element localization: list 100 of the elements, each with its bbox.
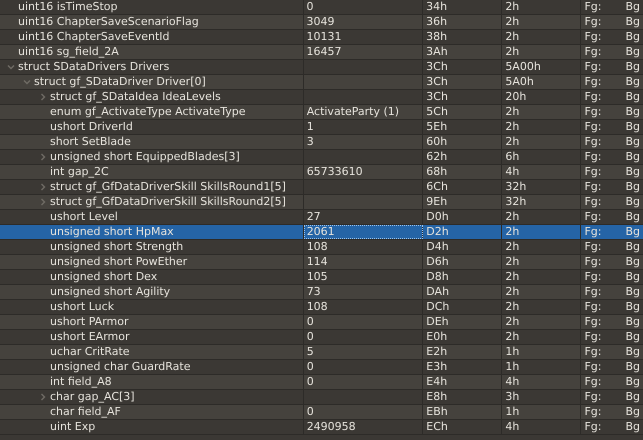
field-value: 3 (306, 134, 314, 150)
table-row[interactable]: char gap_AC[3] E8h 3h Fg: Bg (0, 390, 643, 405)
table-row[interactable]: unsigned short HpMax 2061 D2h 2h Fg: Bg (0, 225, 643, 240)
field-name: ushort Level (50, 208, 118, 225)
field-value: 1 (306, 118, 314, 135)
field-size: 1h (505, 344, 520, 360)
background-color-label: Bg (625, 328, 640, 345)
field-name: char field_AF (50, 404, 121, 420)
field-name: short SetBlade (50, 134, 131, 150)
field-name: struct gf_GfDataDriverSkill SkillsRound1[5] (50, 178, 286, 195)
table-row[interactable]: struct gf_GfDataDriverSkill SkillsRound2[5] 9Eh 32h Fg: Bg (0, 195, 643, 210)
table-row[interactable]: ushort Luck 108 DCh 2h Fg: Bg (0, 300, 643, 315)
field-size: 2h (505, 0, 520, 15)
chevron-right-icon[interactable] (39, 93, 47, 101)
start-offset: ECh (426, 418, 448, 435)
chevron-right-icon[interactable] (39, 393, 47, 401)
table-row[interactable]: uchar CritRate 5 E2h 1h Fg: Bg (0, 345, 643, 360)
table-row[interactable]: enum gf_ActivateType ActivateType ActivateParty (1) 5Ch 2h Fg: Bg (0, 105, 643, 120)
foreground-color-label: Fg: (584, 404, 602, 420)
start-offset: D4h (426, 238, 449, 255)
table-row[interactable]: ushort EArmor 0 E0h 2h Fg: Bg (0, 330, 643, 345)
table-row[interactable]: struct SDataDrivers Drivers 3Ch 5A00h Fg: Bg (0, 60, 643, 75)
field-value: 27 (306, 208, 321, 225)
chevron-down-icon[interactable] (7, 63, 15, 71)
background-color-label: Bg (625, 418, 640, 435)
start-offset: 3Ch (426, 88, 448, 105)
table-row[interactable]: uint16 ChapterSaveScenarioFlag 3049 36h 2h Fg: Bg (0, 15, 643, 30)
foreground-color-label: Fg: (584, 104, 602, 120)
background-color-label: Bg (625, 14, 640, 30)
field-size: 2h (505, 208, 520, 225)
background-color-label: Bg (625, 44, 640, 60)
table-row[interactable]: struct gf_SDataIdea IdeaLevels 3Ch 20h Fg: Bg (0, 90, 643, 105)
table-row[interactable]: ushort PArmor 0 DEh 2h Fg: Bg (0, 315, 643, 330)
field-size: 2h (505, 284, 520, 300)
start-offset: 60h (426, 134, 448, 150)
foreground-color-label: Fg: (584, 134, 602, 150)
table-row[interactable]: char field_AF 0 EBh 1h Fg: Bg (0, 405, 643, 420)
start-offset: E4h (426, 374, 448, 390)
foreground-color-label: Fg: (584, 238, 602, 255)
table-row[interactable]: unsigned short Agility 73 DAh 2h Fg: Bg (0, 285, 643, 300)
background-color-label: Bg (625, 224, 640, 240)
field-value: 108 (306, 238, 328, 255)
field-value: 0 (306, 358, 314, 375)
field-name: uchar CritRate (50, 344, 130, 360)
field-name: unsigned short EquippedBlades[3] (50, 148, 240, 165)
start-offset: E2h (426, 344, 448, 360)
table-row[interactable]: struct gf_GfDataDriverSkill SkillsRound1[5] 6Ch 32h Fg: Bg (0, 180, 643, 195)
background-color-label: Bg (625, 344, 640, 360)
background-color-label: Bg (625, 314, 640, 330)
field-value: 3049 (306, 14, 334, 30)
start-offset: D8h (426, 268, 449, 285)
table-row[interactable]: struct gf_SDataDriver Driver[0] 3Ch 5A0h Fg: Bg (0, 75, 643, 90)
field-size: 5A00h (505, 58, 541, 75)
start-offset: 3Ch (426, 58, 448, 75)
start-offset: 62h (426, 148, 448, 165)
start-offset: DEh (426, 314, 449, 330)
field-name: unsigned short Dex (50, 268, 158, 285)
table-row[interactable]: uint Exp 2490958 ECh 4h Fg: Bg (0, 420, 643, 435)
field-value: 5 (306, 344, 314, 360)
foreground-color-label: Fg: (584, 14, 602, 30)
chevron-right-icon[interactable] (39, 153, 47, 161)
field-size: 2h (505, 44, 520, 60)
start-offset: 34h (426, 0, 448, 15)
table-row[interactable]: unsigned short Strength 108 D4h 2h Fg: Bg (0, 240, 643, 255)
foreground-color-label: Fg: (584, 254, 602, 270)
chevron-right-icon[interactable] (39, 198, 47, 206)
field-name: ushort PArmor (50, 314, 128, 330)
table-row[interactable]: unsigned short EquippedBlades[3] 62h 6h Fg: Bg (0, 150, 643, 165)
foreground-color-label: Fg: (584, 74, 602, 90)
foreground-color-label: Fg: (584, 284, 602, 300)
background-color-label: Bg (625, 404, 640, 420)
field-name: unsigned short Strength (50, 238, 184, 255)
field-size: 20h (505, 88, 526, 105)
foreground-color-label: Fg: (584, 224, 602, 240)
chevron-down-icon[interactable] (23, 78, 31, 86)
table-row[interactable]: uint16 sg_field_2A 16457 3Ah 2h Fg: Bg (0, 45, 643, 60)
foreground-color-label: Fg: (584, 298, 602, 315)
chevron-right-icon[interactable] (39, 183, 47, 191)
table-row[interactable]: ushort DriverId 1 5Eh 2h Fg: Bg (0, 120, 643, 135)
table-row[interactable]: unsigned char GuardRate 0 E3h 1h Fg: Bg (0, 360, 643, 375)
foreground-color-label: Fg: (584, 28, 602, 45)
table-row[interactable]: ushort Level 27 D0h 2h Fg: Bg (0, 210, 643, 225)
field-name: enum gf_ActivateType ActivateType (50, 104, 246, 120)
table-row[interactable]: int field_A8 0 E4h 4h Fg: Bg (0, 375, 643, 390)
field-size: 2h (505, 268, 520, 285)
background-color-label: Bg (625, 164, 640, 180)
field-name: uint16 sg_field_2A (18, 44, 119, 60)
table-row[interactable]: uint16 ChapterSaveEventId 10131 38h 2h Fg: Bg (0, 30, 643, 45)
background-color-label: Bg (625, 298, 640, 315)
field-name: struct gf_GfDataDriverSkill SkillsRound2[5] (50, 194, 286, 210)
table-row[interactable]: uint16 isTimeStop 0 34h 2h Fg: Bg (0, 0, 643, 15)
table-row[interactable]: unsigned short Dex 105 D8h 2h Fg: Bg (0, 270, 643, 285)
field-value: ActivateParty (1) (306, 104, 400, 120)
table-row[interactable]: short SetBlade 3 60h 2h Fg: Bg (0, 135, 643, 150)
foreground-color-label: Fg: (584, 44, 602, 60)
foreground-color-label: Fg: (584, 178, 602, 195)
table-row[interactable]: int gap_2C 65733610 68h 4h Fg: Bg (0, 165, 643, 180)
table-row[interactable]: unsigned short PowEther 114 D6h 2h Fg: Bg (0, 255, 643, 270)
field-size: 2h (505, 298, 520, 315)
field-name: int field_A8 (50, 374, 112, 390)
